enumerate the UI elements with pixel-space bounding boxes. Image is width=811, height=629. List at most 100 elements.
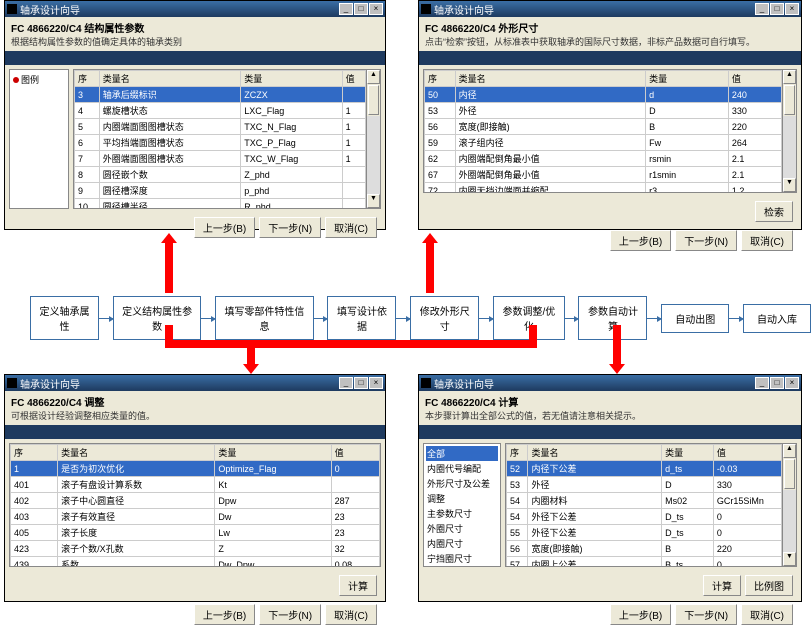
max-button[interactable]: □ xyxy=(770,377,784,389)
table-row[interactable]: 401滚子有盘设计算系数Kt xyxy=(11,477,380,493)
table-row[interactable]: 4螺旋槽状态LXC_Flag1 xyxy=(75,103,366,119)
max-button[interactable]: □ xyxy=(354,377,368,389)
cell[interactable] xyxy=(331,477,379,493)
cell[interactable]: Optimize_Flag xyxy=(215,461,331,477)
col-var[interactable]: 类量 xyxy=(662,445,714,461)
cell[interactable]: 宽度(即接触) xyxy=(528,541,662,557)
cell[interactable]: 2.1 xyxy=(728,151,781,167)
table-row[interactable]: 405滚子长度Lw23 xyxy=(11,525,380,541)
table-row[interactable]: 53外径D330 xyxy=(425,103,782,119)
table-row[interactable]: 402滚子中心圆直径Dpw287 xyxy=(11,493,380,509)
min-button[interactable]: _ xyxy=(755,377,769,389)
cell[interactable]: 滚子长度 xyxy=(58,525,215,541)
scroll-thumb[interactable] xyxy=(784,85,795,115)
search-button[interactable]: 检索 xyxy=(755,201,793,222)
cell[interactable]: 螺旋槽状态 xyxy=(99,103,240,119)
cell[interactable]: Z xyxy=(215,541,331,557)
min-button[interactable]: _ xyxy=(339,377,353,389)
table-row[interactable]: 8圆径嵌个数Z_phd xyxy=(75,167,366,183)
cell[interactable]: 403 xyxy=(11,509,58,525)
ratio-button[interactable]: 比例图 xyxy=(745,575,793,596)
cell[interactable]: 423 xyxy=(11,541,58,557)
cell[interactable]: 6 xyxy=(75,135,100,151)
calc-button[interactable]: 计算 xyxy=(339,575,377,596)
cell[interactable]: d xyxy=(646,87,729,103)
cell[interactable]: 滚子中心圆直径 xyxy=(58,493,215,509)
cell[interactable]: 内径 xyxy=(455,87,646,103)
cell[interactable]: 内径下公差 xyxy=(528,461,662,477)
col-seq[interactable]: 序 xyxy=(11,445,58,461)
cell[interactable]: 23 xyxy=(331,525,379,541)
cancel-button[interactable]: 取消(C) xyxy=(325,604,377,625)
cell[interactable]: 50 xyxy=(425,87,456,103)
table-row[interactable]: 5内圈端面图图槽状态TXC_N_Flag1 xyxy=(75,119,366,135)
col-seq[interactable]: 序 xyxy=(425,71,456,87)
list-item[interactable]: 内圈尺寸 xyxy=(426,536,498,551)
scroll-up[interactable]: ▲ xyxy=(367,70,380,84)
cell[interactable]: B xyxy=(662,541,714,557)
next-button[interactable]: 下一步(N) xyxy=(675,604,737,625)
cell[interactable]: 8 xyxy=(75,167,100,183)
cell[interactable]: 轴承后缀标识 xyxy=(99,87,240,103)
table-row[interactable]: 72内圈无挡边端面并缩配r31.2 xyxy=(425,183,782,194)
max-button[interactable]: □ xyxy=(354,3,368,15)
cell[interactable]: 3 xyxy=(75,87,100,103)
cell[interactable]: 402 xyxy=(11,493,58,509)
col-val[interactable]: 值 xyxy=(728,71,781,87)
cell[interactable]: 圆径槽深度 xyxy=(99,183,240,199)
cell[interactable]: 7 xyxy=(75,151,100,167)
prev-button[interactable]: 上一步(B) xyxy=(610,604,671,625)
cell[interactable]: 10 xyxy=(75,199,100,210)
cell[interactable]: TXC_P_Flag xyxy=(241,135,342,151)
cell[interactable]: 1.2 xyxy=(728,183,781,194)
cell[interactable]: 52 xyxy=(507,461,528,477)
table-row[interactable]: 439系数Dw_Dpw0.08 xyxy=(11,557,380,568)
cell[interactable]: 外圈端面图图槽状态 xyxy=(99,151,240,167)
table-row[interactable]: 59滚子组内径Fw264 xyxy=(425,135,782,151)
cell[interactable]: 系数 xyxy=(58,557,215,568)
prev-button[interactable]: 上一步(B) xyxy=(194,604,255,625)
cell[interactable]: 0 xyxy=(331,461,379,477)
cell[interactable]: 0 xyxy=(713,525,781,541)
cell[interactable]: 72 xyxy=(425,183,456,194)
cancel-button[interactable]: 取消(C) xyxy=(325,217,377,238)
cell[interactable]: R_phd xyxy=(241,199,342,210)
cell[interactable]: 1 xyxy=(342,119,365,135)
table-row[interactable]: 67外圈端配倒角最小值r1smin2.1 xyxy=(425,167,782,183)
cell[interactable]: Dw xyxy=(215,509,331,525)
cell[interactable]: Kt xyxy=(215,477,331,493)
cell[interactable]: TXC_W_Flag xyxy=(241,151,342,167)
cell[interactable]: 220 xyxy=(728,119,781,135)
cell[interactable]: 内圈端面图图槽状态 xyxy=(99,119,240,135)
cell[interactable]: 57 xyxy=(507,557,528,568)
cell[interactable]: 9 xyxy=(75,183,100,199)
list-item[interactable]: 外圈尺寸 xyxy=(426,521,498,536)
cell[interactable]: 平均挡端面图槽状态 xyxy=(99,135,240,151)
list-item[interactable]: 调整 xyxy=(426,491,498,506)
cell[interactable]: Z_phd xyxy=(241,167,342,183)
table-row[interactable]: 55外径下公差D_ts0 xyxy=(507,525,782,541)
cancel-button[interactable]: 取消(C) xyxy=(741,230,793,251)
cell[interactable]: 401 xyxy=(11,477,58,493)
cell[interactable]: ZCZX xyxy=(241,87,342,103)
cell[interactable] xyxy=(342,167,365,183)
cell[interactable]: 405 xyxy=(11,525,58,541)
cell[interactable]: 1 xyxy=(342,103,365,119)
cell[interactable]: d_ts xyxy=(662,461,714,477)
params-table[interactable]: 序 类量名 类量 值 3轴承后缀标识ZCZX4螺旋槽状态LXC_Flag15内圈… xyxy=(74,70,366,209)
scrollbar[interactable]: ▲ ▼ xyxy=(366,70,380,208)
col-val[interactable]: 值 xyxy=(331,445,379,461)
cell[interactable]: 外径 xyxy=(455,103,646,119)
cell[interactable]: D xyxy=(662,477,714,493)
cell[interactable]: 67 xyxy=(425,167,456,183)
cell[interactable]: 滚子有效直径 xyxy=(58,509,215,525)
cell[interactable]: 内圈上公差 xyxy=(528,557,662,568)
cell[interactable]: 0.08 xyxy=(331,557,379,568)
table-row[interactable]: 3轴承后缀标识ZCZX xyxy=(75,87,366,103)
list-item[interactable]: 主参数尺寸 xyxy=(426,506,498,521)
table-row[interactable]: 7外圈端面图图槽状态TXC_W_Flag1 xyxy=(75,151,366,167)
table-row[interactable]: 403滚子有效直径Dw23 xyxy=(11,509,380,525)
col-val[interactable]: 值 xyxy=(713,445,781,461)
cell[interactable]: 内圈无挡边端面并缩配 xyxy=(455,183,646,194)
cell[interactable]: 23 xyxy=(331,509,379,525)
